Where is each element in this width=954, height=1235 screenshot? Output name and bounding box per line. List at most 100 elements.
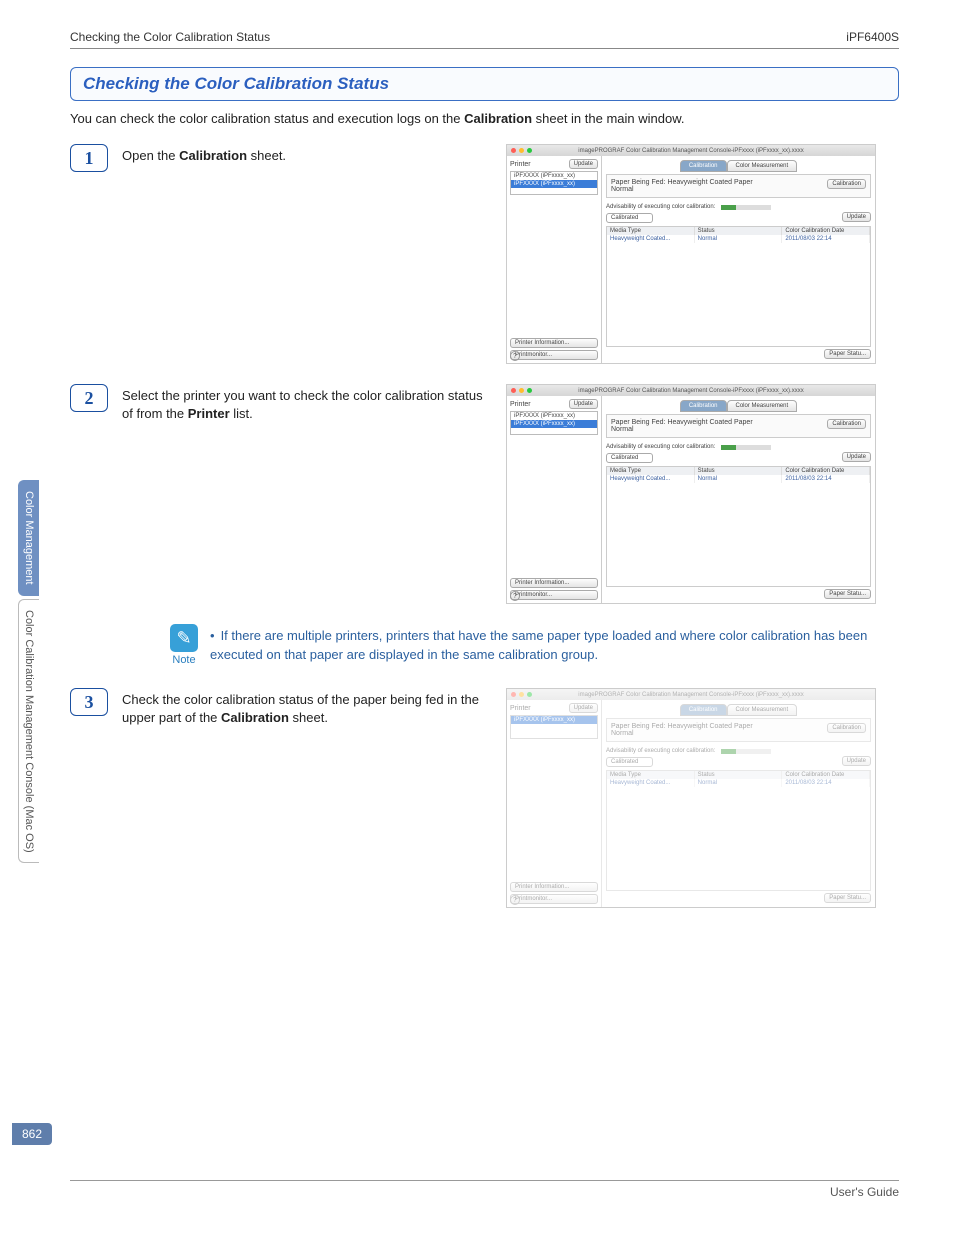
printer-label: Printer (510, 705, 531, 712)
printmonitor-button[interactable]: Printmonitor... (510, 590, 598, 600)
tab-calibration[interactable]: Calibration (680, 400, 727, 412)
window-titlebar: imagePROGRAF Color Calibration Managemen… (507, 385, 875, 396)
list-item[interactable]: iPFXXXX (iPFxxxx_xx) (511, 412, 597, 420)
list-item[interactable]: iPFXXXX (iPFxxxx_xx) (511, 716, 597, 724)
update-button[interactable]: Update (569, 703, 598, 713)
col-media[interactable]: Media Type (607, 771, 695, 779)
side-tab-color-management[interactable]: Color Management (18, 480, 39, 596)
tab-calibration[interactable]: Calibration (680, 160, 727, 172)
col-date[interactable]: Color Calibration Date (782, 227, 870, 235)
page-number: 862 (12, 1123, 52, 1145)
col-status[interactable]: Status (695, 467, 783, 475)
printer-info-button[interactable]: Printer Information... (510, 882, 598, 892)
list-item[interactable]: iPFXXXX (iPFxxxx_xx) (511, 420, 597, 428)
step-number: 2 (70, 384, 108, 412)
col-media[interactable]: Media Type (607, 467, 695, 475)
help-icon[interactable]: ? (510, 591, 520, 601)
section-title-wrap: Checking the Color Calibration Status (70, 67, 899, 101)
calibration-table: Media Type Status Color Calibration Date… (606, 226, 871, 347)
col-media[interactable]: Media Type (607, 227, 695, 235)
window-title: imagePROGRAF Color Calibration Managemen… (507, 692, 875, 698)
step-3: 3 Check the color calibration status of … (70, 688, 899, 908)
printer-label: Printer (510, 401, 531, 408)
calibration-table: Media Type Status Color Calibration Date… (606, 466, 871, 587)
help-icon[interactable]: ? (510, 351, 520, 361)
tab-color-measurement[interactable]: Color Measurement (727, 160, 798, 172)
status-value: Normal (611, 186, 753, 193)
t: sheet. (289, 710, 328, 725)
printer-list[interactable]: iPFXXXX (iPFxxxx_xx) (510, 715, 598, 739)
table-row[interactable]: Heavyweight Coated... Normal 2011/08/03 … (607, 779, 870, 787)
list-item[interactable]: iPFXXXX (iPFxxxx_xx) (511, 180, 597, 188)
printmonitor-button[interactable]: Printmonitor... (510, 350, 598, 360)
paper-status-button[interactable]: Paper Statu... (824, 589, 871, 599)
printer-info-button[interactable]: Printer Information... (510, 338, 598, 348)
filter-dropdown[interactable]: Calibrated (606, 757, 653, 767)
printer-list[interactable]: iPFXXXX (iPFxxxx_xx) iPFXXXX (iPFxxxx_xx… (510, 171, 598, 195)
advisability-bar (721, 205, 771, 210)
note-text: •If there are multiple printers, printer… (210, 624, 899, 665)
cell: Normal (695, 475, 783, 483)
window-title: imagePROGRAF Color Calibration Managemen… (507, 148, 875, 154)
update-button[interactable]: Update (842, 756, 871, 766)
printmonitor-button[interactable]: Printmonitor... (510, 894, 598, 904)
update-button[interactable]: Update (842, 212, 871, 222)
paper-label: Paper Being Fed: (611, 179, 665, 186)
header-left: Checking the Color Calibration Status (70, 30, 270, 44)
cell: Heavyweight Coated... (607, 779, 695, 787)
help-icon[interactable]: ? (510, 895, 520, 905)
status-value: Normal (611, 426, 753, 433)
filter-dropdown[interactable]: Calibrated (606, 453, 653, 463)
calibration-button[interactable]: Calibration (827, 723, 866, 733)
paper-status-button[interactable]: Paper Statu... (824, 349, 871, 359)
side-tab-console[interactable]: Color Calibration Management Console (Ma… (18, 599, 39, 864)
update-button[interactable]: Update (569, 159, 598, 169)
printer-label: Printer (510, 161, 531, 168)
printer-info-button[interactable]: Printer Information... (510, 578, 598, 588)
advisability-label: Advisability of executing color calibrat… (606, 748, 715, 754)
table-row[interactable]: Heavyweight Coated... Normal 2011/08/03 … (607, 475, 870, 483)
app-window: imagePROGRAF Color Calibration Managemen… (506, 144, 876, 364)
paper-value: Heavyweight Coated Paper (667, 179, 752, 186)
t: Select the printer you want to check the… (122, 388, 483, 421)
zoom-icon[interactable] (527, 692, 532, 697)
tab-color-measurement[interactable]: Color Measurement (727, 704, 798, 716)
calibration-button[interactable]: Calibration (827, 419, 866, 429)
window-titlebar: imagePROGRAF Color Calibration Managemen… (507, 145, 875, 156)
advisability-bar (721, 445, 771, 450)
advisability-bar (721, 749, 771, 754)
col-status[interactable]: Status (695, 771, 783, 779)
update-button[interactable]: Update (569, 399, 598, 409)
note-label: Note (170, 654, 198, 666)
table-row[interactable]: Heavyweight Coated... Normal 2011/08/03 … (607, 235, 870, 243)
status-value: Normal (611, 730, 753, 737)
cell: 2011/08/03 22:14 (782, 235, 870, 243)
col-date[interactable]: Color Calibration Date (782, 467, 870, 475)
app-window: imagePROGRAF Color Calibration Managemen… (506, 384, 876, 604)
calibration-button[interactable]: Calibration (827, 179, 866, 189)
list-item[interactable]: iPFXXXX (iPFxxxx_xx) (511, 172, 597, 180)
tab-color-measurement[interactable]: Color Measurement (727, 400, 798, 412)
col-status[interactable]: Status (695, 227, 783, 235)
intro-bold: Calibration (464, 111, 532, 126)
col-date[interactable]: Color Calibration Date (782, 771, 870, 779)
printer-list[interactable]: iPFXXXX (iPFxxxx_xx) iPFXXXX (iPFxxxx_xx… (510, 411, 598, 435)
step-number: 1 (70, 144, 108, 172)
step-text: Select the printer you want to check the… (122, 384, 492, 423)
step-screenshot: imagePROGRAF Color Calibration Managemen… (506, 688, 876, 908)
close-icon[interactable] (511, 692, 516, 697)
step-screenshot: imagePROGRAF Color Calibration Managemen… (506, 144, 876, 364)
bullet-icon: • (210, 627, 215, 646)
note-body: If there are multiple printers, printers… (210, 628, 867, 662)
t: Calibration (179, 148, 247, 163)
paper-value: Heavyweight Coated Paper (667, 419, 752, 426)
window-title: imagePROGRAF Color Calibration Managemen… (507, 388, 875, 394)
cell: 2011/08/03 22:14 (782, 779, 870, 787)
paper-status-button[interactable]: Paper Statu... (824, 893, 871, 903)
tab-calibration[interactable]: Calibration (680, 704, 727, 716)
paper-label: Paper Being Fed: (611, 419, 665, 426)
filter-dropdown[interactable]: Calibrated (606, 213, 653, 223)
update-button[interactable]: Update (842, 452, 871, 462)
window-titlebar: imagePROGRAF Color Calibration Managemen… (507, 689, 875, 700)
minimize-icon[interactable] (519, 692, 524, 697)
